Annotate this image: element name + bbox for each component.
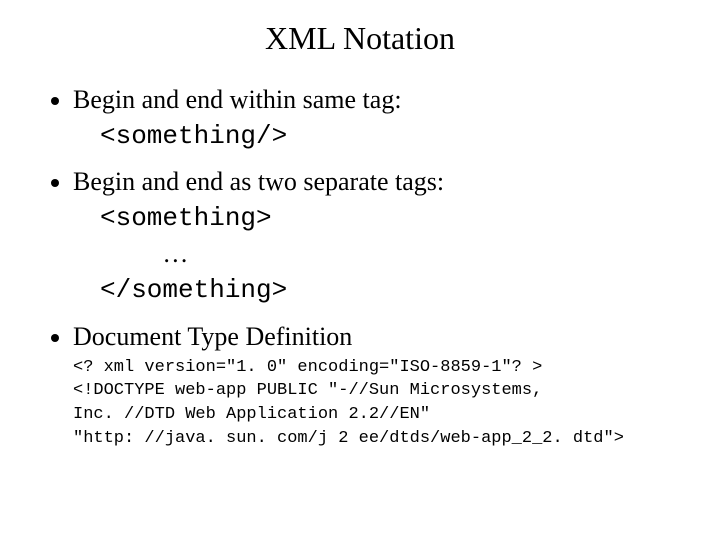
bullet-list: Begin and end as two separate tags: [45, 164, 675, 199]
code-line: <? xml version="1. 0" encoding="ISO-8859… [73, 358, 542, 377]
code-block-2: <something> … </something> [100, 201, 675, 308]
ellipsis: … [162, 239, 188, 268]
bullet-list: Document Type Definition [45, 319, 675, 354]
bullet-2: Begin and end as two separate tags: [73, 164, 675, 199]
code-line: "http: //java. sun. com/j 2 ee/dtds/web-… [73, 429, 624, 448]
bullet-1: Begin and end within same tag: [73, 82, 675, 117]
code-line: <something> [100, 203, 272, 233]
dtd-code: <? xml version="1. 0" encoding="ISO-8859… [73, 356, 675, 451]
slide-title: XML Notation [45, 20, 675, 57]
code-line: </something> [100, 275, 287, 305]
code-line: Inc. //DTD Web Application 2.2//EN" [73, 405, 430, 424]
code-line: <!DOCTYPE web-app PUBLIC "-//Sun Microsy… [73, 381, 542, 400]
slide: XML Notation Begin and end within same t… [0, 0, 720, 471]
bullet-3: Document Type Definition [73, 319, 675, 354]
code-line [100, 240, 162, 270]
code-block-1: <something/> [100, 119, 675, 154]
bullet-list: Begin and end within same tag: [45, 82, 675, 117]
